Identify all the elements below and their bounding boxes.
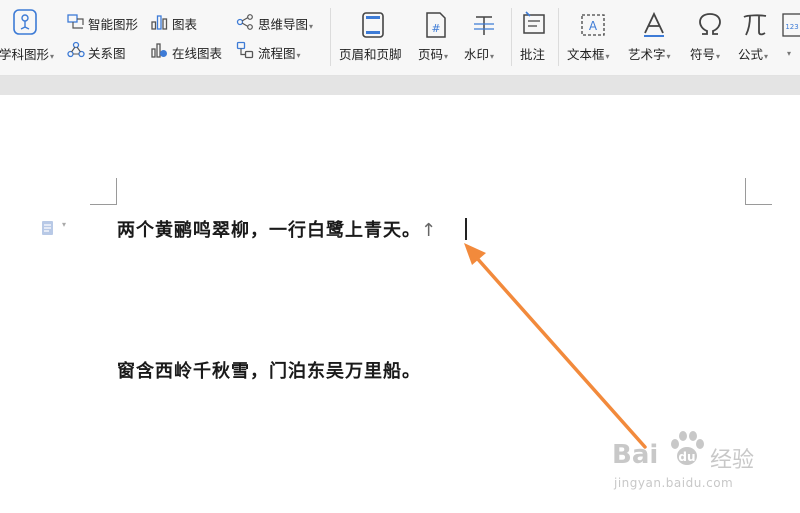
watermark-url: jingyan.baidu.com	[614, 476, 734, 490]
paw-icon: du	[671, 431, 704, 465]
svg-text:du: du	[678, 450, 695, 464]
baidu-jingyan-watermark: Bai du 经验 jingyan.baidu.com	[612, 431, 800, 500]
watermark-jingyan-text: 经验	[710, 448, 755, 473]
watermark-logo-text: Bai	[612, 440, 659, 470]
